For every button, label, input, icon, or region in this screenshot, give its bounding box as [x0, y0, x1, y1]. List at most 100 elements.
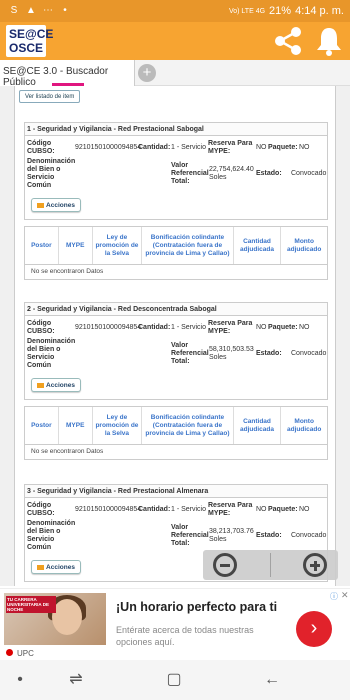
cantidad-value: 1 - Servicio — [171, 144, 207, 151]
share-icon[interactable] — [272, 25, 304, 57]
folder-icon — [37, 564, 45, 570]
paquete-value: NO — [299, 506, 310, 513]
reserva-value: NO — [256, 144, 267, 151]
acciones-button[interactable]: Acciones — [31, 378, 81, 392]
paquete-value: NO — [299, 324, 310, 331]
valor-value: 58,310,503.53 Soles — [209, 346, 254, 361]
codigo-value: 92101501000094854 — [75, 506, 142, 513]
reserva-label: Reserva Para MYPE: — [208, 320, 253, 335]
postor-table: Postor MYPE Ley de promoción de la Selva… — [24, 226, 328, 280]
reserva-label: Reserva Para MYPE: — [208, 140, 253, 155]
ad-banner[interactable]: TU CARRERA UNIVERSITARIA DE NOCHE ¡Un ho… — [0, 588, 350, 660]
status-bar: S ▲ ⋯ • Vo) LTE 4G 21% 4:14 p. m. — [0, 0, 350, 22]
seace-logo: SE@CE OSCE — [6, 25, 53, 57]
estado-label: Estado: — [256, 170, 282, 177]
cantidad-label: Cantidad: — [138, 324, 171, 331]
folder-icon — [37, 382, 45, 388]
main-content: Ver listado de item 1 - Seguridad y Vigi… — [0, 86, 350, 586]
col-bonificacion: Bonificación colindante (Contratación fu… — [142, 227, 234, 264]
zoom-in-button[interactable] — [303, 553, 327, 577]
section-title: 3 - Seguridad y Vigilancia - Red Prestac… — [24, 484, 328, 498]
reserva-label: Reserva Para MYPE: — [208, 502, 253, 517]
codigo-label: Código CUBSO: — [27, 502, 55, 517]
denominacion-label: Denominación del Bien o Servicio Común — [27, 520, 76, 551]
bell-icon[interactable] — [315, 26, 343, 56]
results-panel: Ver listado de item 1 - Seguridad y Vigi… — [14, 86, 336, 586]
estado-label: Estado: — [256, 532, 282, 539]
paquete-label: Paquete: — [268, 324, 298, 331]
ad-image-text: TU CARRERA UNIVERSITARIA DE NOCHE — [6, 596, 56, 613]
folder-icon — [37, 202, 45, 208]
section-title: 2 - Seguridad y Vigilancia - Red Desconc… — [24, 302, 328, 316]
paquete-label: Paquete: — [268, 144, 298, 151]
zoom-out-button[interactable] — [213, 553, 237, 577]
section-body: Código CUBSO: 92101501000094854 Cantidad… — [24, 316, 328, 400]
no-results-row: No se encontraron Datos — [31, 448, 104, 455]
cantidad-label: Cantidad: — [138, 144, 171, 151]
col-postor: Postor — [25, 407, 59, 444]
valor-label: Valor Referencial Total: — [171, 162, 209, 185]
battery-percent: 21% — [269, 5, 292, 17]
recent-apps-icon[interactable]: ⇌ — [64, 668, 88, 692]
denominacion-label: Denominación del Bien o Servicio Común — [27, 338, 76, 369]
home-icon[interactable]: ▢ — [162, 668, 186, 692]
notification-icon: ▲ — [26, 5, 36, 16]
valor-value: 22,754,624.40 Soles — [209, 166, 254, 181]
network-label: Vo) LTE 4G — [228, 7, 266, 15]
cantidad-value: 1 - Servicio — [171, 506, 207, 513]
item-section: 1 - Seguridad y Vigilancia - Red Prestac… — [24, 122, 328, 220]
denominacion-label: Denominación del Bien o Servicio Común — [27, 158, 76, 189]
clock: 4:14 p. m. — [295, 5, 344, 17]
notification-icon: ⋯ — [43, 5, 53, 16]
estado-value: Convocado — [291, 532, 327, 539]
section-body: Código CUBSO: 92101501000094854 Cantidad… — [24, 136, 328, 220]
estado-value: Convocado — [291, 170, 327, 177]
add-tab-button[interactable]: + — [138, 64, 156, 82]
ad-brand: UPC — [6, 649, 34, 658]
estado-value: Convocado — [291, 350, 327, 357]
acciones-button[interactable]: Acciones — [31, 560, 81, 574]
app-bar: SE@CE OSCE — [0, 22, 350, 60]
valor-label: Valor Referencial Total: — [171, 524, 209, 547]
col-postor: Postor — [25, 227, 59, 264]
brand-logo-icon — [6, 649, 13, 656]
tab-buscador-publico[interactable]: SE@CE 3.0 - Buscador Público — [0, 60, 135, 88]
col-ley-selva: Ley de promoción de la Selva — [93, 227, 143, 264]
estado-label: Estado: — [256, 350, 282, 357]
valor-label: Valor Referencial Total: — [171, 342, 209, 365]
col-mype: MYPE — [59, 407, 93, 444]
col-cantidad: Cantidad adjudicada — [234, 407, 282, 444]
no-results-row: No se encontraron Datos — [31, 268, 104, 275]
cantidad-value: 1 - Servicio — [171, 324, 207, 331]
ad-title: ¡Un horario perfecto para ti — [116, 600, 278, 614]
cantidad-label: Cantidad: — [138, 506, 171, 513]
ad-info-icon[interactable]: ⓘ — [330, 591, 338, 602]
nav-dot-icon[interactable]: • — [8, 668, 32, 692]
codigo-value: 92101501000094854 — [75, 144, 142, 151]
reserva-value: NO — [256, 506, 267, 513]
paquete-label: Paquete: — [268, 506, 298, 513]
ad-image: TU CARRERA UNIVERSITARIA DE NOCHE — [4, 593, 106, 645]
notification-icon: S — [10, 5, 18, 16]
ad-arrow-button[interactable]: › — [296, 611, 332, 647]
ad-subtitle: Entérate acerca de todas nuestras opcion… — [116, 625, 254, 647]
codigo-label: Código CUBSO: — [27, 320, 55, 335]
back-icon[interactable]: ← — [260, 668, 284, 692]
ver-listado-button[interactable]: Ver listado de item — [19, 90, 81, 103]
col-ley-selva: Ley de promoción de la Selva — [93, 407, 143, 444]
item-section: 2 - Seguridad y Vigilancia - Red Desconc… — [24, 302, 328, 400]
codigo-label: Código CUBSO: — [27, 140, 55, 155]
valor-value: 38,213,703.76 Soles — [209, 528, 254, 543]
col-cantidad: Cantidad adjudicada — [234, 227, 282, 264]
postor-table: Postor MYPE Ley de promoción de la Selva… — [24, 406, 328, 460]
ad-close-icon[interactable]: ✕ — [341, 590, 349, 601]
codigo-value: 92101501000094854 — [75, 324, 142, 331]
paquete-value: NO — [299, 144, 310, 151]
col-mype: MYPE — [59, 227, 93, 264]
col-bonificacion: Bonificación colindante (Contratación fu… — [142, 407, 234, 444]
notification-icon: • — [63, 5, 67, 16]
acciones-button[interactable]: Acciones — [31, 198, 81, 212]
col-monto: Monto adjudicado — [287, 417, 322, 433]
section-title: 1 - Seguridad y Vigilancia - Red Prestac… — [24, 122, 328, 136]
zoom-controls — [203, 550, 338, 580]
